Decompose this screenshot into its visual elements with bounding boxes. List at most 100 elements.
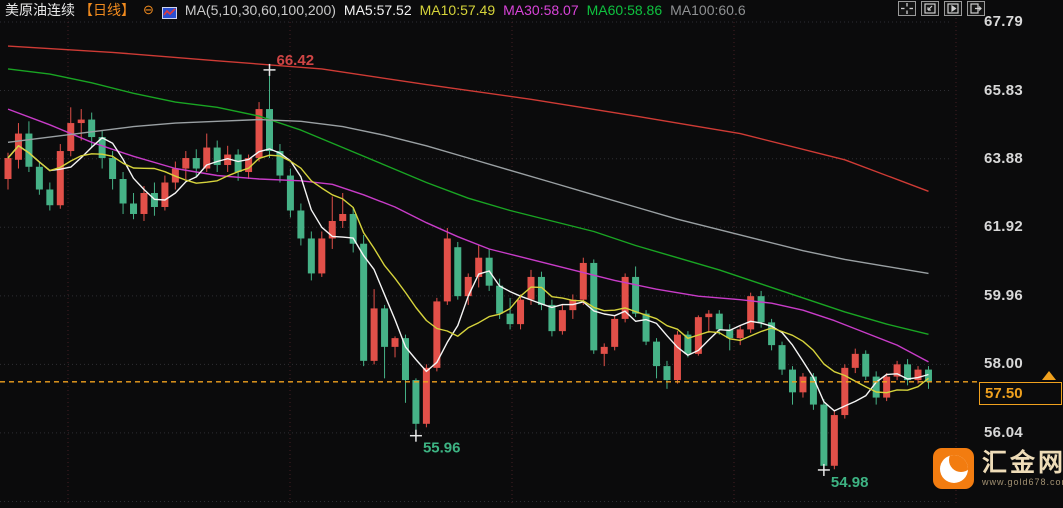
ma-lines-layer [7,45,929,412]
candle-body [820,404,828,466]
candle-body [579,262,587,300]
candle-body [663,366,671,381]
candle-body [360,243,368,361]
candle-body [4,158,12,180]
candle-body [46,189,54,206]
chart-header: 美原油连续 【日线】 ⊖ MA(5,10,30,60,100,200) MA5:… [5,1,746,19]
site-watermark: 汇金网 www.gold678.com [933,448,1063,489]
candle-body [192,158,200,169]
markers-layer: 66.42 55.96 54.98 [263,52,869,491]
candle-body [454,247,462,297]
candle-body [527,276,535,300]
y-axis-label: 61.92 [984,218,1024,236]
candle-body [370,308,378,361]
candle-body [119,179,127,204]
candle-body [422,367,430,424]
candlestick-chart[interactable]: 66.42 55.96 54.98 [0,0,1063,508]
huijin-logo-icon [933,448,974,489]
candle-body [182,158,190,169]
watermark-url: www.gold678.com [982,477,1063,487]
candle-body [25,133,33,167]
candle-body [297,210,305,239]
ma10-value: MA10:57.49 [419,2,496,18]
candle-body [653,341,661,367]
y-axis-label: 63.88 [984,149,1024,167]
candle-body [88,119,96,138]
ma5-value: MA5:57.52 [343,2,412,18]
price-direction-arrow-icon [1042,371,1056,380]
candle-body [705,313,713,318]
candle-body [799,376,807,393]
candle-body [391,338,399,347]
current-price-value: 57.50 [985,385,1023,402]
candle-body [56,151,64,206]
candle-body [140,193,148,214]
candle-body [632,276,640,314]
candle-body [830,415,838,466]
candle-body [548,304,556,332]
play-forward-tool-button[interactable] [944,1,962,16]
high-price-annotation: 66.42 [277,52,315,69]
candle-body [789,369,796,393]
candle-body [77,119,85,124]
candle-body [851,353,859,368]
candle-body [496,285,504,314]
instrument-title: 美原油连续 [5,2,75,18]
chart-toolbar [898,1,985,16]
crosshair-tool-button[interactable] [898,1,916,16]
candle-body [715,313,723,330]
candle-body [130,203,138,214]
candle-body [862,353,870,377]
candle-body [318,238,326,274]
ma30-value: MA30:58.07 [503,2,579,18]
candle-body [381,308,389,347]
ma30-line [7,108,929,363]
candle-body [464,276,472,297]
low-price-annotation: 54.98 [831,474,869,491]
candle-body [506,313,514,325]
candle-body [443,238,451,302]
y-axis-label: 67.79 [984,13,1024,30]
candle-body [307,238,315,274]
y-axis-label: 58.00 [984,355,1024,373]
candle-body [642,313,650,342]
candle-body [517,299,525,325]
collapse-icon[interactable]: ⊖ [143,1,154,19]
candle-body [883,376,891,398]
candle-body [757,296,765,323]
candle-body [809,376,817,405]
candle-body [266,109,273,152]
candle-body [600,346,608,354]
candle-body [67,123,75,152]
ma200-line [7,45,929,192]
candles-layer [4,69,932,470]
shift-right-tool-button[interactable] [967,1,985,16]
candle-body [161,182,169,207]
y-axis-label: 65.83 [984,81,1024,99]
candle-body [778,345,786,370]
y-axis-label: 59.96 [984,286,1024,304]
ma10-line [7,145,929,394]
candle-body [35,166,43,190]
watermark-site-name: 汇金网 [982,449,1063,477]
ma-settings-label: MA(5,10,30,60,100,200) [184,2,336,18]
y-axis-label: 56.04 [984,423,1024,441]
candle-body [109,158,117,180]
low-price-annotation: 55.96 [423,440,461,457]
candle-body [673,334,681,381]
ma60-value: MA60:58.86 [586,2,663,18]
candle-body [558,310,566,332]
chart-type-icon[interactable] [161,5,177,19]
ma100-value: MA100:60.6 [670,2,746,18]
candle-body [611,318,619,347]
candle-body [401,338,409,381]
candle-body [339,213,347,221]
candle-body [412,380,420,424]
period-label: 【日线】 [79,2,135,18]
candle-body [537,276,545,305]
trading-chart-window: 66.42 55.96 54.98 美原油连续 【日线】 ⊖ MA(5,10,30,… [0,0,1063,508]
candle-body [234,154,242,173]
current-price-tag: 57.50 [979,382,1062,405]
region-zoom-tool-button[interactable] [921,1,939,16]
candle-body [736,329,744,339]
